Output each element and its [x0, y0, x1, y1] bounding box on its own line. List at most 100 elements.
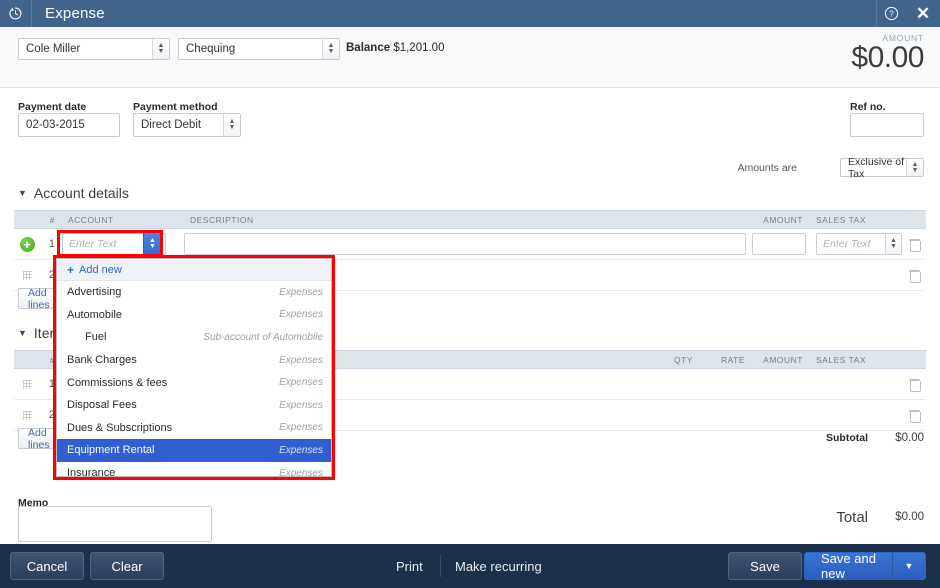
sales-tax-cell[interactable]: Enter Text ▲ ▼	[810, 233, 902, 255]
option-name: Advertising	[67, 286, 122, 299]
window-title: Expense	[45, 5, 105, 22]
chevron-updown-icon[interactable]: ▲ ▼	[906, 159, 923, 176]
amount-cell[interactable]	[752, 233, 810, 255]
drag-handle[interactable]	[14, 379, 40, 389]
plus-circle-icon: +	[19, 236, 35, 252]
col-rate: RATE	[720, 354, 745, 365]
total-value: $0.00	[895, 511, 924, 523]
description-cell[interactable]	[184, 233, 752, 255]
amounts-are-select[interactable]: Exclusive of Tax ▲ ▼	[840, 155, 924, 180]
sales-tax-placeholder: Enter Text	[823, 238, 871, 250]
close-button[interactable]: ✕	[906, 0, 940, 27]
dropdown-option[interactable]: Advertising Expenses	[57, 281, 331, 304]
delete-row-button[interactable]	[902, 269, 926, 283]
save-and-new-dropdown-button[interactable]: ▼	[892, 552, 926, 580]
chevron-updown-icon[interactable]: ▲ ▼	[223, 114, 240, 136]
amount-value: $0.00	[851, 41, 924, 74]
dropdown-option[interactable]: Dues & Subscriptions Expenses	[57, 417, 331, 440]
option-type: Expenses	[279, 377, 323, 389]
chevron-updown-icon[interactable]: ▲ ▼	[152, 39, 169, 59]
dropdown-option[interactable]: Bank Charges Expenses	[57, 349, 331, 372]
title-bar-actions: ? ✕	[876, 0, 940, 27]
save-button[interactable]: Save	[728, 552, 802, 580]
amounts-are-label: Amounts are	[737, 162, 797, 174]
option-type: Expenses	[279, 286, 323, 298]
drag-handle[interactable]	[14, 410, 40, 420]
clear-button[interactable]: Clear	[90, 552, 164, 580]
delete-row-button[interactable]	[902, 378, 926, 392]
save-and-new-label: Save and new	[821, 551, 876, 581]
col-sales-tax: SALES TAX	[816, 354, 867, 365]
collapse-caret-icon[interactable]: ▼	[18, 188, 27, 198]
customer-select[interactable]: Cole Miller ▲ ▼	[18, 38, 170, 60]
clear-label: Clear	[111, 558, 143, 574]
option-name: Equipment Rental	[67, 444, 155, 457]
amount-input[interactable]	[752, 233, 806, 255]
dropdown-option[interactable]: Insurance Expenses	[57, 462, 331, 477]
ref-no-input[interactable]	[850, 113, 924, 137]
account-dropdown-menu[interactable]: + Add new Advertising Expenses Automobil…	[56, 258, 332, 477]
total-label: Total	[836, 509, 868, 526]
payment-date-value: 02-03-2015	[26, 119, 85, 131]
col-qty: QTY	[674, 354, 693, 365]
delete-row-button[interactable]	[902, 409, 926, 423]
chevron-updown-icon[interactable]: ▲ ▼	[322, 39, 339, 59]
save-label: Save	[750, 558, 780, 574]
svg-text:?: ?	[889, 10, 894, 19]
subtotal-value: $0.00	[895, 432, 924, 444]
footer-bar: Cancel Clear Print Make recurring Save S…	[0, 544, 940, 588]
customer-value: Cole Miller	[26, 43, 81, 55]
drag-handle[interactable]	[14, 270, 40, 280]
grip-icon	[22, 410, 32, 420]
account-details-title: Account details	[33, 185, 129, 201]
balance-label: Balance	[346, 42, 391, 54]
title-bar: Expense ? ✕	[0, 0, 940, 27]
col-amount: AMOUNT	[763, 214, 803, 225]
dropdown-option[interactable]: Fuel Sub-account of Automobile	[57, 326, 331, 349]
cancel-button[interactable]: Cancel	[10, 552, 84, 580]
save-and-new-button[interactable]: Save and new	[804, 551, 896, 581]
option-name: Automobile	[67, 308, 123, 321]
history-icon-cell[interactable]	[0, 0, 32, 27]
option-type: Expenses	[279, 399, 323, 411]
grip-icon	[22, 270, 32, 280]
bank-account-value: Chequing	[186, 43, 236, 55]
balance-display: Balance $1,201.00	[346, 42, 444, 54]
account-details-section-header[interactable]: ▼ Account details	[18, 185, 129, 201]
option-type: Sub-account of Automobile	[203, 331, 323, 343]
memo-input[interactable]	[18, 506, 212, 542]
option-name: Insurance	[67, 467, 116, 477]
add-row-button[interactable]: +	[14, 236, 40, 252]
sales-tax-select[interactable]: Enter Text ▲ ▼	[816, 233, 902, 255]
trash-icon	[908, 378, 921, 392]
payment-date-input[interactable]: 02-03-2015	[18, 113, 120, 137]
col-account: ACCOUNT	[68, 214, 114, 225]
dropdown-option[interactable]: Disposal Fees Expenses	[57, 394, 331, 417]
chevron-updown-icon[interactable]: ▲ ▼	[885, 234, 901, 254]
grip-icon	[22, 379, 32, 389]
subtotal-label: Subtotal	[826, 432, 868, 444]
delete-row-button[interactable]	[902, 238, 926, 252]
amounts-are-value: Exclusive of Tax	[848, 155, 905, 180]
dropdown-add-new-item[interactable]: + Add new	[57, 259, 331, 281]
print-button[interactable]: Print	[396, 559, 423, 574]
collapse-caret-icon[interactable]: ▼	[18, 328, 27, 338]
dropdown-option[interactable]: Automobile Expenses	[57, 304, 331, 327]
description-input[interactable]	[184, 233, 747, 255]
dropdown-option[interactable]: Commissions & fees Expenses	[57, 371, 331, 394]
bank-account-select[interactable]: Chequing ▲ ▼	[178, 38, 340, 60]
account-placeholder: Enter Text	[69, 238, 117, 250]
make-recurring-button[interactable]: Make recurring	[455, 559, 542, 574]
ref-no-label: Ref no.	[850, 101, 886, 113]
help-button[interactable]: ?	[876, 0, 906, 27]
footer-divider	[440, 555, 441, 577]
account-cell[interactable]: Enter Text	[62, 233, 184, 255]
col-num: #	[49, 214, 55, 225]
trash-icon	[908, 238, 921, 252]
payment-date-label: Payment date	[18, 101, 87, 113]
option-type: Expenses	[279, 309, 323, 321]
dropdown-option-selected[interactable]: Equipment Rental Expenses	[57, 439, 331, 462]
account-dropdown-toggle[interactable]: ▲ ▼	[143, 232, 162, 255]
option-type: Expenses	[279, 467, 323, 477]
payment-method-select[interactable]: Direct Debit ▲ ▼	[133, 113, 241, 137]
